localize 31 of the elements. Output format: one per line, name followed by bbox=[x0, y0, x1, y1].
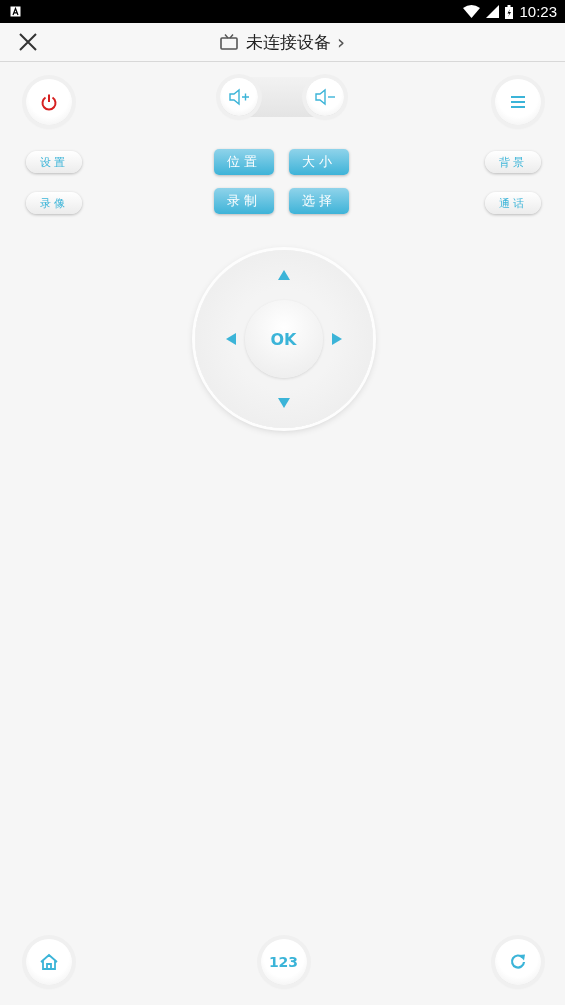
volume-up-button[interactable] bbox=[219, 78, 258, 116]
ok-button[interactable]: OK bbox=[244, 300, 323, 378]
volume-up-icon bbox=[227, 88, 250, 106]
home-icon bbox=[39, 953, 59, 971]
status-time: 10:23 bbox=[519, 3, 557, 20]
volume-down-button[interactable] bbox=[305, 78, 344, 116]
function-button[interactable]: 位置 bbox=[214, 149, 274, 175]
device-title[interactable]: 未连接设备 bbox=[246, 30, 331, 54]
menu-icon bbox=[510, 95, 526, 109]
function-button[interactable]: 录制 bbox=[214, 188, 274, 214]
refresh-icon bbox=[509, 953, 527, 971]
function-button[interactable]: 大小 bbox=[289, 149, 349, 175]
menu-button[interactable] bbox=[495, 79, 541, 125]
side-button[interactable]: 背景 bbox=[485, 151, 541, 173]
wifi-icon bbox=[463, 5, 481, 18]
tv-icon bbox=[220, 33, 238, 51]
keypad-button[interactable]: 123 bbox=[260, 939, 307, 985]
side-button[interactable]: 录像 bbox=[26, 192, 82, 214]
notification-icon bbox=[10, 6, 21, 17]
signal-icon bbox=[486, 5, 500, 18]
volume-down-icon bbox=[313, 88, 336, 106]
chevron-icon: › bbox=[337, 30, 345, 54]
close-button[interactable] bbox=[17, 31, 39, 53]
power-button[interactable] bbox=[26, 79, 72, 125]
function-button[interactable]: 选择 bbox=[289, 188, 349, 214]
home-button[interactable] bbox=[26, 939, 72, 985]
side-button[interactable]: 通话 bbox=[485, 192, 541, 214]
refresh-button[interactable] bbox=[495, 939, 541, 985]
side-button[interactable]: 设置 bbox=[26, 151, 82, 173]
power-icon bbox=[40, 93, 58, 111]
battery-icon bbox=[505, 4, 514, 19]
